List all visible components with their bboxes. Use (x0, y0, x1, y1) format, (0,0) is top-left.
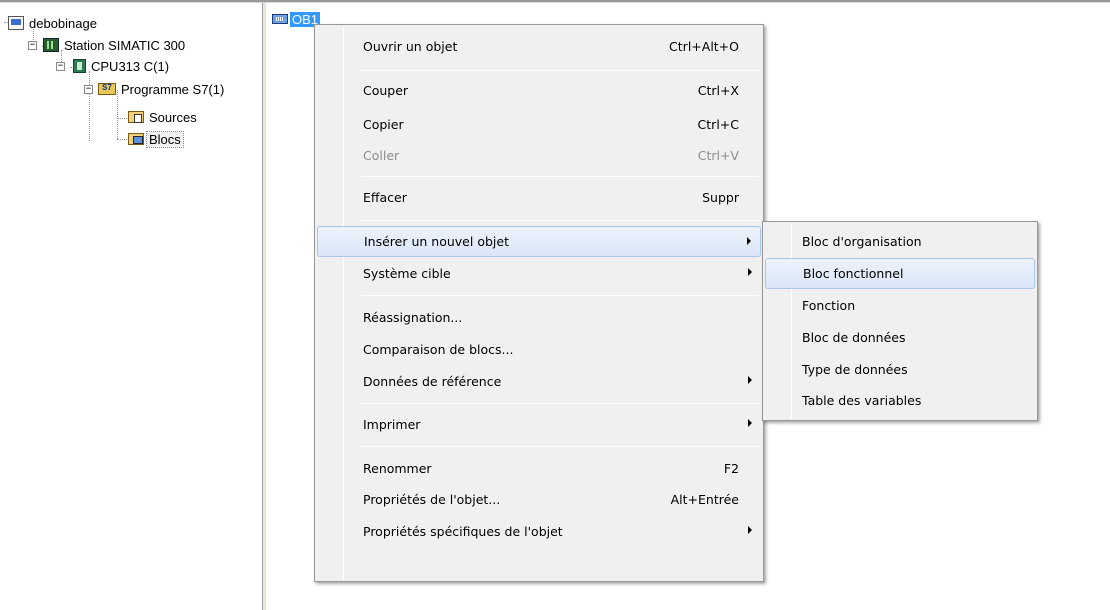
tree-line (117, 139, 127, 140)
menu-separator (361, 446, 759, 447)
tree-node-station[interactable]: Station SIMATIC 300 (43, 36, 187, 54)
collapse-toggle-icon[interactable]: − (28, 41, 37, 50)
tree-node-label: Station SIMATIC 300 (64, 37, 186, 53)
tree-node-label: Programme S7(1) (121, 81, 225, 97)
tree-node-label: Sources (149, 109, 197, 125)
s7-program-icon (98, 83, 116, 95)
project-tree[interactable]: debobinage − Station SIMATIC 300 − CPU31… (0, 3, 262, 610)
collapse-toggle-icon[interactable]: − (56, 62, 65, 71)
menu-item-label: Effacer (363, 189, 407, 205)
menu-item-target-system[interactable]: Système cible (317, 258, 761, 288)
tree-node-label: debobinage (29, 15, 97, 31)
menu-item-cut[interactable]: Couper Ctrl+X (317, 75, 761, 105)
menu-item-rename[interactable]: Renommer F2 (317, 453, 761, 483)
tree-node-label: CPU313 C(1) (91, 58, 170, 74)
menu-item-reference-data[interactable]: Données de référence (317, 366, 761, 396)
submenu-arrow-icon (748, 268, 752, 276)
menu-item-label: Données de référence (363, 373, 502, 389)
menu-item-compare-blocks[interactable]: Comparaison de blocs... (317, 334, 761, 364)
tree-node-blocs[interactable]: Blocs (128, 130, 184, 148)
tree-line (89, 71, 90, 141)
menu-item-shortcut: Suppr (702, 189, 739, 205)
tree-line (117, 118, 127, 119)
menu-item-shortcut: Alt+Entrée (670, 491, 739, 507)
blocks-folder-icon (128, 133, 144, 145)
submenu-item-data-block[interactable]: Bloc de données (765, 322, 1035, 352)
submenu-arrow-icon (747, 237, 751, 245)
menu-item-shortcut: Ctrl+V (697, 147, 739, 163)
menu-item-label: Bloc d'organisation (802, 233, 922, 249)
submenu-item-data-type[interactable]: Type de données (765, 354, 1035, 384)
cpu-icon (73, 59, 86, 73)
submenu-arrow-icon (748, 376, 752, 384)
tree-node-sources[interactable]: Sources (128, 108, 199, 126)
menu-item-label: Imprimer (363, 416, 421, 432)
menu-separator (361, 70, 759, 71)
menu-item-object-properties[interactable]: Propriétés de l'objet... Alt+Entrée (317, 484, 761, 514)
submenu-item-organization-block[interactable]: Bloc d'organisation (765, 226, 1035, 256)
tree-node-cpu[interactable]: CPU313 C(1) (73, 57, 171, 75)
tree-node-label: Blocs (146, 130, 184, 148)
menu-item-label: Copier (363, 116, 404, 132)
menu-item-reassignment[interactable]: Réassignation... (317, 302, 761, 332)
submenu-arrow-icon (748, 419, 752, 427)
station-icon (43, 38, 59, 52)
context-menu[interactable]: Ouvrir un objet Ctrl+Alt+O Couper Ctrl+X… (314, 24, 764, 582)
menu-item-label: Propriétés spécifiques de l'objet (363, 523, 563, 539)
menu-item-label: Insérer un nouvel objet (364, 234, 509, 249)
menu-item-label: Propriétés de l'objet... (363, 491, 501, 507)
menu-item-shortcut: F2 (723, 460, 739, 476)
menu-item-label: Fonction (802, 297, 856, 313)
menu-item-shortcut: Ctrl+Alt+O (669, 38, 739, 54)
menu-separator (361, 176, 759, 177)
menu-item-label: Couper (363, 82, 409, 98)
menu-separator (361, 220, 759, 221)
menu-item-shortcut: Ctrl+X (697, 82, 739, 98)
menu-item-specific-object-properties[interactable]: Propriétés spécifiques de l'objet (317, 516, 761, 546)
menu-item-print[interactable]: Imprimer (317, 409, 761, 439)
menu-separator (361, 295, 759, 296)
menu-separator (361, 403, 759, 404)
organization-block-icon (272, 14, 288, 24)
menu-item-shortcut: Ctrl+C (697, 116, 739, 132)
submenu-item-variable-table[interactable]: Table des variables (765, 385, 1035, 415)
menu-item-open-object[interactable]: Ouvrir un objet Ctrl+Alt+O (317, 31, 761, 61)
project-icon (8, 16, 24, 30)
menu-item-insert-new-object[interactable]: Insérer un nouvel objet (317, 226, 761, 257)
menu-item-paste: Coller Ctrl+V (317, 140, 761, 170)
menu-item-label: Comparaison de blocs... (363, 341, 514, 357)
submenu-item-function-block[interactable]: Bloc fonctionnel (765, 258, 1035, 289)
menu-item-label: Système cible (363, 265, 451, 281)
menu-item-label: Bloc de données (802, 329, 906, 345)
menu-item-label: Bloc fonctionnel (803, 266, 904, 281)
menu-item-label: Renommer (363, 460, 432, 476)
collapse-toggle-icon[interactable]: − (84, 85, 93, 94)
menu-item-delete[interactable]: Effacer Suppr (317, 182, 761, 212)
menu-item-copy[interactable]: Copier Ctrl+C (317, 109, 761, 139)
menu-item-label: Coller (363, 147, 400, 163)
menu-item-label: Réassignation... (363, 309, 463, 325)
sources-folder-icon (128, 111, 144, 123)
tree-node-project[interactable]: debobinage (8, 14, 99, 32)
block-item-ob1[interactable]: OB1 (272, 11, 321, 27)
menu-item-label: Ouvrir un objet (363, 38, 458, 54)
menu-item-label: Type de données (802, 361, 908, 377)
submenu-item-function[interactable]: Fonction (765, 290, 1035, 320)
submenu-arrow-icon (748, 526, 752, 534)
tree-node-program[interactable]: Programme S7(1) (98, 80, 226, 98)
menu-item-label: Table des variables (802, 392, 922, 408)
insert-new-object-submenu[interactable]: Bloc d'organisation Bloc fonctionnel Fon… (762, 221, 1038, 421)
